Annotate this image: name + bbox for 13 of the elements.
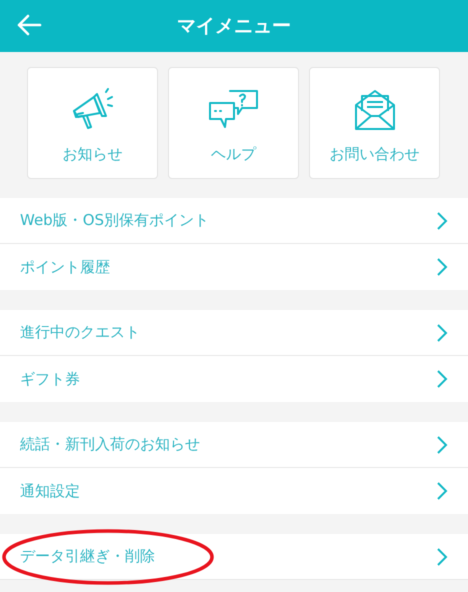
- back-arrow-icon: [16, 14, 42, 36]
- shortcut-card[interactable]: お問い合わせ: [309, 67, 440, 179]
- shortcut-card[interactable]: お知らせ: [27, 67, 158, 179]
- open-envelope-icon: [352, 87, 396, 133]
- chevron-right-icon: [436, 434, 448, 454]
- page-title: マイメニュー: [177, 14, 291, 39]
- chevron-right-icon: [436, 322, 448, 342]
- chevron-right-icon: [436, 210, 448, 230]
- chevron-right-icon: [436, 369, 448, 389]
- chevron-right-icon: [436, 257, 448, 277]
- chevron-right-icon: [436, 546, 448, 566]
- shortcut-card[interactable]: ヘルプ: [168, 67, 299, 179]
- chevron-right-icon: [436, 481, 448, 501]
